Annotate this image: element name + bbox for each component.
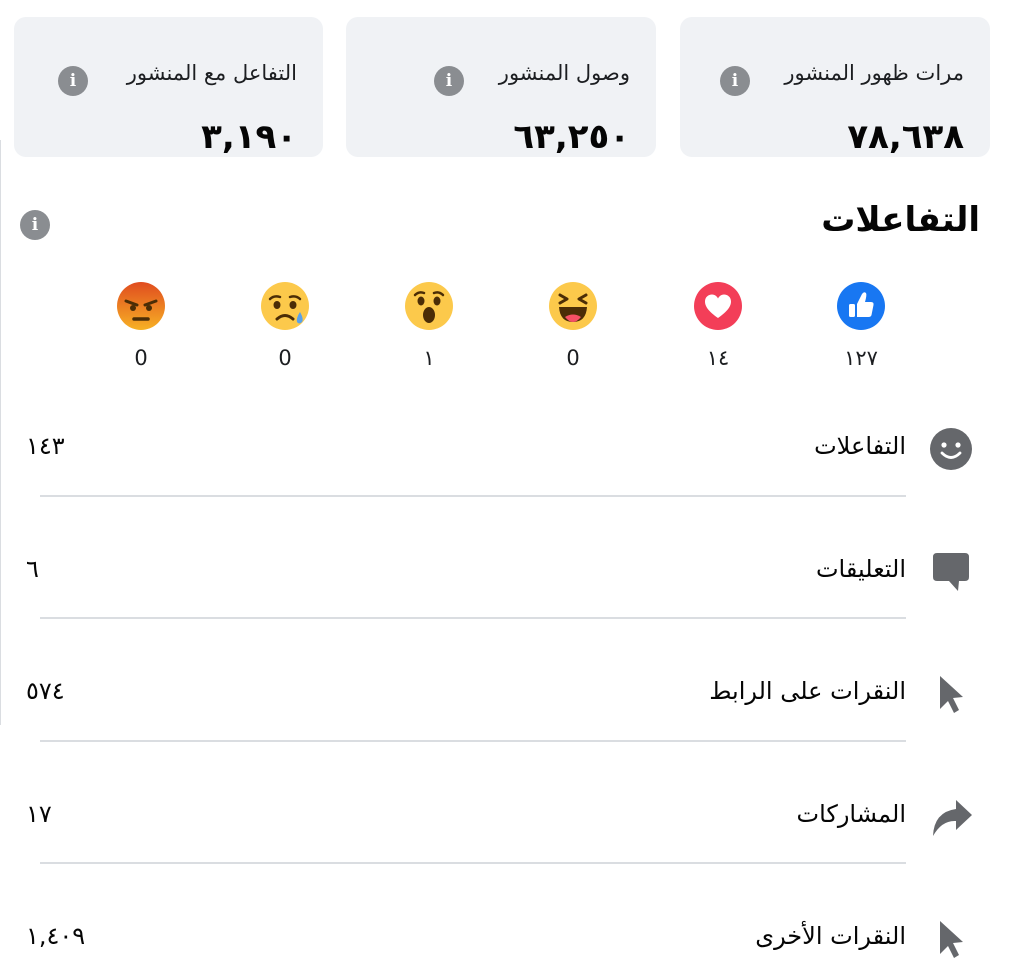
haha-icon bbox=[549, 282, 597, 330]
metric-label: التفاعلات bbox=[814, 432, 906, 460]
share-icon bbox=[928, 794, 974, 840]
comment-icon bbox=[928, 549, 974, 595]
wow-icon bbox=[405, 282, 453, 330]
metric-row-link-clicks: النقرات على الرابط ٥٧٤ bbox=[0, 663, 1024, 723]
reactions-title: التفاعلات bbox=[821, 200, 980, 240]
reach-label: وصول المنشور bbox=[498, 61, 630, 85]
cursor-icon bbox=[928, 671, 974, 717]
engagement-value: ٣,١٩٠ bbox=[201, 117, 297, 157]
info-icon[interactable]: i bbox=[58, 66, 88, 96]
cursor-icon bbox=[928, 916, 974, 962]
divider bbox=[40, 862, 906, 864]
info-icon[interactable]: i bbox=[20, 210, 50, 240]
metric-label: التعليقات bbox=[815, 555, 906, 583]
metric-value: ١,٤٠٩ bbox=[26, 922, 86, 950]
love-count: ١٤ bbox=[706, 346, 730, 370]
wow-count: ١ bbox=[423, 346, 435, 370]
like-count: ١٢٧ bbox=[844, 346, 878, 370]
sad-count: 0 bbox=[278, 346, 292, 370]
engagement-card: التفاعل مع المنشور i ٣,١٩٠ bbox=[14, 17, 323, 157]
divider bbox=[40, 495, 906, 497]
metric-row-reactions: التفاعلات ١٤٣ bbox=[0, 418, 1024, 478]
metric-value: ١٤٣ bbox=[26, 432, 65, 460]
smiley-icon bbox=[928, 426, 974, 472]
metric-row-shares: المشاركات ١٧ bbox=[0, 786, 1024, 846]
engagement-label: التفاعل مع المنشور bbox=[126, 61, 297, 85]
metric-label: النقرات الأخرى bbox=[755, 922, 906, 950]
impressions-value: ٧٨,٦٣٨ bbox=[847, 117, 964, 157]
angry-count: 0 bbox=[134, 346, 148, 370]
divider bbox=[40, 740, 906, 742]
metric-row-comments: التعليقات ٦ bbox=[0, 541, 1024, 601]
metric-row-other-clicks: النقرات الأخرى ١,٤٠٩ bbox=[0, 908, 1024, 968]
haha-count: 0 bbox=[566, 346, 580, 370]
like-icon bbox=[837, 282, 885, 330]
metric-value: ١٧ bbox=[26, 800, 52, 828]
reach-value: ٦٣,٢٥٠ bbox=[513, 117, 630, 157]
angry-icon bbox=[117, 282, 165, 330]
metric-label: المشاركات bbox=[796, 800, 907, 828]
info-icon[interactable]: i bbox=[434, 66, 464, 96]
sad-icon bbox=[261, 282, 309, 330]
reach-card: وصول المنشور i ٦٣,٢٥٠ bbox=[346, 17, 656, 157]
impressions-card: مرات ظهور المنشور i ٧٨,٦٣٨ bbox=[680, 17, 990, 157]
metric-value: ٦ bbox=[26, 555, 39, 583]
divider bbox=[40, 617, 906, 619]
metric-value: ٥٧٤ bbox=[26, 677, 65, 705]
metric-label: النقرات على الرابط bbox=[709, 677, 906, 705]
love-icon bbox=[694, 282, 742, 330]
info-icon[interactable]: i bbox=[720, 66, 750, 96]
impressions-label: مرات ظهور المنشور bbox=[784, 61, 964, 85]
